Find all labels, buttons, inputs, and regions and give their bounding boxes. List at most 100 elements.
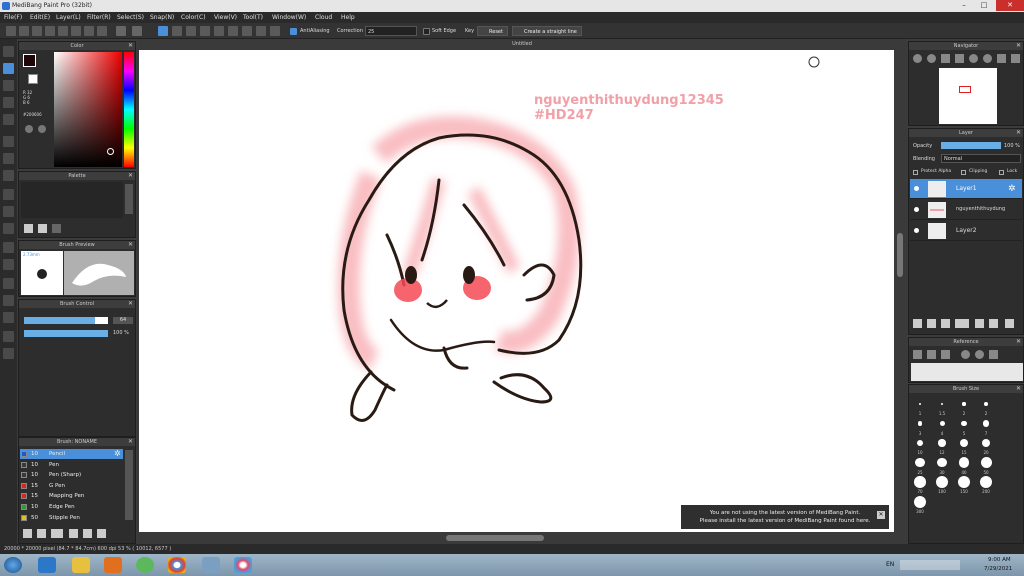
- palette-scrollbar[interactable]: [125, 184, 133, 214]
- chrome-icon[interactable]: [168, 557, 186, 573]
- settings-icon[interactable]: [84, 26, 94, 36]
- media-player-icon[interactable]: [104, 557, 122, 573]
- eyedropper2-tool-icon[interactable]: [3, 331, 14, 342]
- snap-vanishing-icon[interactable]: [200, 26, 210, 36]
- brush-settings-icon[interactable]: ✲: [114, 449, 121, 459]
- operation-tool-icon[interactable]: [3, 295, 14, 306]
- reference-zoom-out-icon[interactable]: [975, 350, 984, 359]
- visibility-icon[interactable]: [914, 207, 919, 212]
- eyedropper-tool-icon[interactable]: [3, 312, 14, 323]
- brush-size-option[interactable]: [917, 421, 923, 426]
- drawing-canvas[interactable]: nguyenthithuydung12345 #HD247: [139, 50, 894, 532]
- menu-select[interactable]: Select(S): [117, 14, 144, 21]
- brush-preview-close-icon[interactable]: ✕: [128, 241, 133, 249]
- reset-button[interactable]: Reset: [477, 26, 508, 36]
- cloud-save-icon[interactable]: [45, 26, 55, 36]
- lock-checkbox[interactable]: [999, 170, 1004, 175]
- fit-icon[interactable]: [941, 54, 950, 63]
- soft-edge-checkbox[interactable]: [423, 28, 430, 35]
- eyedropper-icon[interactable]: [25, 125, 33, 133]
- brush-control-close-icon[interactable]: ✕: [128, 300, 133, 308]
- palette-menu-icon[interactable]: [52, 224, 61, 233]
- snap-ellipse-icon[interactable]: [256, 26, 266, 36]
- rotate-right-icon[interactable]: [983, 54, 992, 63]
- reference-close-file-icon[interactable]: [941, 350, 950, 359]
- menu-filter[interactable]: Filter(R): [87, 14, 111, 21]
- brush-size-option[interactable]: [919, 403, 921, 405]
- brush-size-close-icon[interactable]: ✕: [1016, 385, 1021, 393]
- zoom-out-icon[interactable]: [927, 54, 936, 63]
- brush-size-option[interactable]: [962, 402, 966, 406]
- notice-close-button[interactable]: ✕: [877, 511, 885, 519]
- brush-size-option[interactable]: [961, 420, 967, 427]
- undo-icon[interactable]: [116, 26, 126, 36]
- layer-copy-icon[interactable]: [989, 319, 998, 328]
- palette-delete-icon[interactable]: [38, 224, 47, 233]
- new-file-icon[interactable]: [6, 26, 16, 36]
- brush-size-value[interactable]: 64: [113, 317, 133, 324]
- blending-select[interactable]: Normal: [941, 154, 1021, 163]
- brush-size-option[interactable]: [937, 457, 947, 468]
- brush-folder-icon[interactable]: [69, 529, 78, 538]
- layer-settings-icon[interactable]: ✲: [1008, 184, 1016, 194]
- export-icon[interactable]: [58, 26, 68, 36]
- menu-edit[interactable]: Edit(E): [30, 14, 50, 21]
- background-color-swatch[interactable]: [28, 74, 38, 84]
- language-indicator[interactable]: EN: [886, 561, 894, 568]
- palette-swatches[interactable]: [21, 182, 123, 218]
- layer-add-8bit-icon[interactable]: [941, 319, 950, 328]
- layer-delete-icon[interactable]: [1005, 319, 1014, 328]
- brush-size-option[interactable]: [936, 476, 948, 488]
- reset-view-icon[interactable]: [1011, 54, 1020, 63]
- brush-size-option[interactable]: [960, 439, 968, 447]
- brush-size-option[interactable]: [958, 476, 970, 488]
- grid-icon[interactable]: [97, 26, 107, 36]
- start-button-icon[interactable]: [4, 557, 22, 573]
- reference-view[interactable]: [911, 363, 1023, 381]
- navigator-close-icon[interactable]: ✕: [1016, 42, 1021, 50]
- medibang-taskbar-icon[interactable]: [234, 557, 252, 573]
- zoom-in-icon[interactable]: [913, 54, 922, 63]
- menu-snap[interactable]: Snap(N): [150, 14, 174, 21]
- color-settings-icon[interactable]: [38, 125, 46, 133]
- protect-alpha-checkbox[interactable]: [913, 170, 918, 175]
- paint-app-icon[interactable]: [202, 557, 220, 573]
- text-tool-icon[interactable]: [3, 278, 14, 289]
- visibility-icon[interactable]: [914, 228, 919, 233]
- brush-file-icon[interactable]: [83, 529, 92, 538]
- brush-item[interactable]: 10 Edge Pen: [20, 502, 123, 512]
- reference-folder-icon[interactable]: [927, 350, 936, 359]
- brush-size-option[interactable]: [938, 439, 946, 447]
- minimize-button[interactable]: –: [954, 0, 974, 11]
- hand-tool-icon[interactable]: [3, 348, 14, 359]
- menu-help[interactable]: Help: [341, 14, 355, 21]
- layer-add-halftone-icon[interactable]: [927, 319, 936, 328]
- snap-cross-icon[interactable]: [186, 26, 196, 36]
- menu-tool[interactable]: Tool(T): [243, 14, 263, 21]
- brush-item[interactable]: 15 G Pen: [20, 481, 123, 491]
- layer-row-layer2[interactable]: Layer2: [910, 221, 1022, 241]
- snap-circle-icon[interactable]: [228, 26, 238, 36]
- close-button[interactable]: ✕: [996, 0, 1024, 11]
- brush-size-option[interactable]: [982, 420, 990, 427]
- menu-cloud[interactable]: Cloud: [315, 14, 332, 21]
- brush-item[interactable]: 10 Pen: [20, 460, 123, 470]
- maximize-button[interactable]: □: [974, 0, 994, 11]
- foreground-color-swatch[interactable]: [23, 54, 36, 67]
- blur-tool-icon[interactable]: [3, 259, 14, 270]
- save-icon[interactable]: [32, 26, 42, 36]
- layer-row-layer1[interactable]: Layer1 ✲: [910, 179, 1022, 199]
- menu-window[interactable]: Window(W): [272, 14, 306, 21]
- snap-settings-icon[interactable]: [270, 26, 280, 36]
- brush-size-option[interactable]: [915, 457, 925, 468]
- clipping-checkbox[interactable]: [961, 170, 966, 175]
- layer-add-menu-icon[interactable]: [955, 319, 969, 328]
- canvas-tab[interactable]: Untitled: [137, 39, 907, 49]
- layer-panel-close-icon[interactable]: ✕: [1016, 129, 1021, 137]
- brush-size-option[interactable]: [980, 457, 992, 468]
- reference-close-icon[interactable]: ✕: [1016, 338, 1021, 346]
- hue-slider[interactable]: [124, 52, 134, 167]
- navigator-thumbnail[interactable]: [939, 68, 997, 124]
- actual-size-icon[interactable]: [955, 54, 964, 63]
- correction-select[interactable]: 25: [365, 26, 417, 36]
